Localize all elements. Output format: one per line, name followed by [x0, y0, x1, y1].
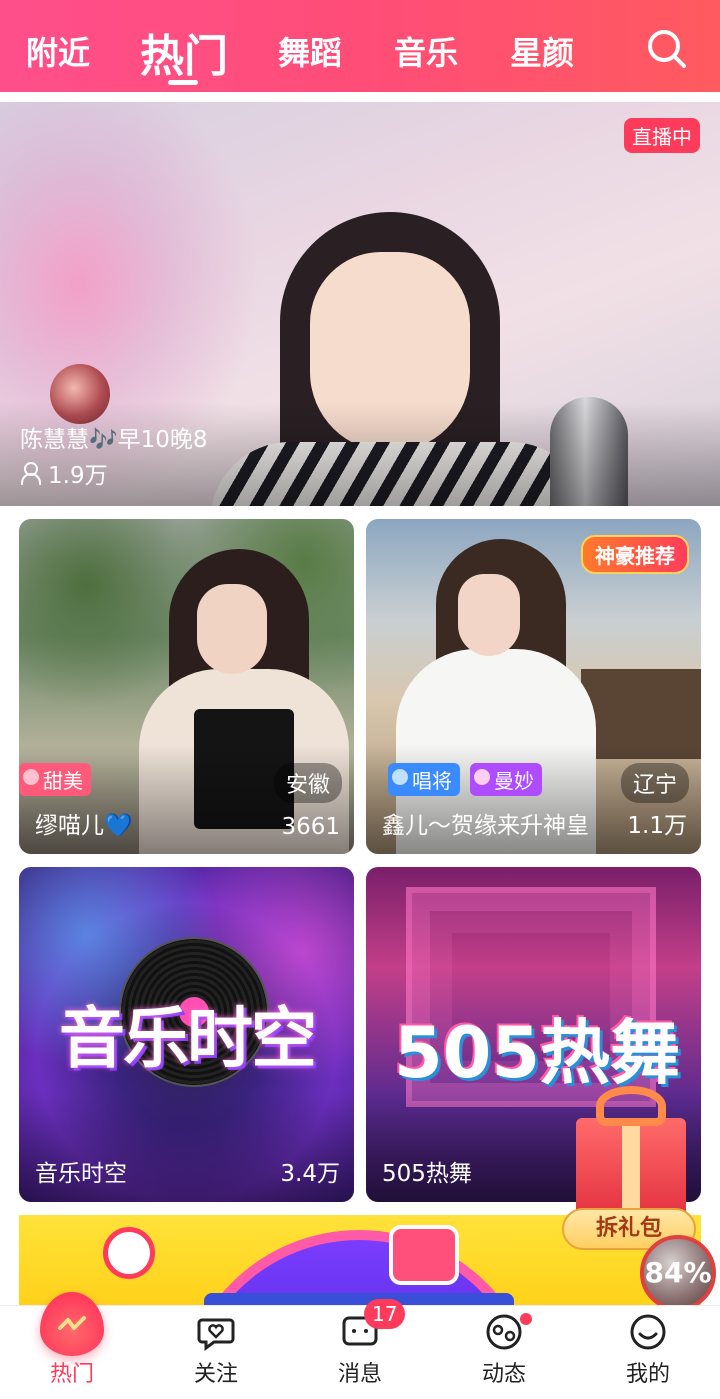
nav-follow[interactable]: 关注 [156, 1306, 276, 1399]
message-count-badge: 17 [364, 1299, 406, 1329]
search-icon[interactable] [640, 20, 696, 76]
streamer-face [458, 574, 520, 656]
tag-label: 唱将 [412, 769, 452, 793]
person-icon [20, 462, 41, 485]
recommend-badge: 神豪推荐 [581, 535, 689, 574]
live-card[interactable]: 甜美 安徽 缪喵儿💙 3661 [19, 519, 354, 854]
tag-label: 曼妙 [494, 769, 534, 793]
tab-dance[interactable]: 舞蹈 [278, 28, 342, 74]
featured-viewers: 1.9万 [20, 456, 108, 490]
card-viewer-count: 1.1万 [627, 813, 687, 839]
featured-viewer-count: 1.9万 [48, 463, 108, 489]
streamer-face [197, 584, 267, 674]
card-name: 缪喵儿💙 [35, 813, 133, 839]
card-viewer-count: 3661 [281, 814, 340, 840]
live-card[interactable]: 神豪推荐 唱将 曼妙 辽宁 鑫儿～贺缘来升神皇 1.1万 [366, 519, 701, 854]
banner-strip [204, 1293, 514, 1305]
nav-hot[interactable]: 热门 [12, 1292, 132, 1399]
notification-dot [520, 1313, 532, 1325]
heart-hand-icon [389, 1225, 459, 1285]
sparkle-icon [474, 769, 490, 785]
live-status-badge: 直播中 [624, 118, 700, 153]
nav-me[interactable]: 我的 [588, 1306, 708, 1399]
top-tab-bar: 附近 热门 舞蹈 音乐 星颜 ｜ [0, 0, 720, 92]
tab-hot[interactable]: 热门 [140, 20, 228, 84]
flame-icon [40, 1292, 104, 1356]
nav-label: 动态 [481, 1362, 526, 1387]
tab-nearby[interactable]: 附近 [26, 28, 90, 74]
tag-singer: 唱将 [388, 763, 460, 796]
featured-title: 陈慧慧🎶早10晚8 [20, 427, 208, 453]
live-card[interactable]: 音乐时空 音乐时空 3.4万 [19, 867, 354, 1202]
card-name: 鑫儿～贺缘来升神皇 [382, 813, 589, 839]
nav-label: 消息 [337, 1362, 382, 1387]
progress-indicator[interactable]: 84% [640, 1235, 716, 1311]
nav-label: 热门 [49, 1362, 94, 1387]
region-badge: 辽宁 [620, 763, 689, 803]
nav-moments[interactable]: 动态 [444, 1306, 564, 1399]
tag-sweet: 甜美 [19, 763, 91, 796]
tab-star-face[interactable]: 星颜 [510, 28, 574, 74]
featured-shade [0, 402, 720, 506]
card-name: 505热舞 [382, 1161, 472, 1187]
card-art-text: 音乐时空 [59, 1000, 317, 1077]
moments-icon [486, 1314, 522, 1350]
active-tab-indicator [168, 80, 198, 85]
heart-icon [23, 769, 39, 785]
card-viewer-count: 3.4万 [280, 1161, 340, 1187]
region-badge: 安徽 [273, 763, 342, 803]
heart-target-icon [103, 1227, 155, 1279]
tab-music[interactable]: 音乐 [394, 28, 458, 74]
heart-chat-icon [197, 1318, 235, 1351]
gift-pack-button[interactable]: 拆礼包 [562, 1080, 702, 1255]
app-root: 附近 热门 舞蹈 音乐 星颜 ｜ 直播中 陈慧慧🎶早10晚8 1.9万 [0, 0, 720, 1399]
bottom-nav: 热门 关注 消息 动态 我的 [0, 1292, 720, 1399]
mic-icon [392, 769, 408, 785]
tab-overflow[interactable]: ｜ [626, 28, 640, 74]
tag-graceful: 曼妙 [470, 763, 542, 796]
nav-label: 关注 [193, 1362, 238, 1387]
category-tabs: 附近 热门 舞蹈 音乐 星颜 ｜ [0, 0, 640, 92]
card-name: 音乐时空 [35, 1161, 127, 1187]
tag-label: 甜美 [43, 769, 83, 793]
nav-label: 我的 [625, 1362, 670, 1387]
smile-icon [630, 1314, 666, 1350]
gift-bow [596, 1086, 666, 1126]
